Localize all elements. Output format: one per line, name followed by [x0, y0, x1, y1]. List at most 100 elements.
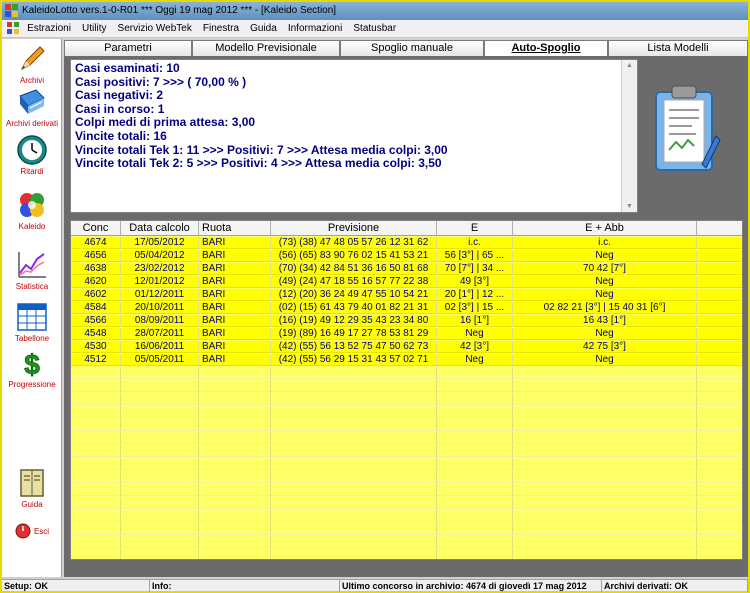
table-cell: BARI [199, 289, 271, 301]
tab-lista-modelli[interactable]: Lista Modelli [608, 40, 748, 56]
col-header-blank[interactable] [697, 221, 742, 236]
sidebar-label-kaleido: Kaleido [18, 222, 46, 231]
table-cell: (56) (65) 83 90 76 02 15 41 53 21 [271, 250, 437, 262]
scroll-down-icon[interactable]: ▼ [626, 203, 633, 210]
app-menu-icon[interactable] [6, 21, 20, 35]
tab-spoglio-manuale[interactable]: Spoglio manuale [340, 40, 484, 56]
table-row[interactable]: 4620 12/01/2012 BARI (49) (24) 47 18 55 16 … [71, 276, 742, 288]
table-cell [437, 510, 513, 522]
table-cell [199, 406, 271, 418]
table-cell [513, 471, 697, 483]
table-row-empty[interactable] [71, 549, 742, 559]
table-row[interactable]: 4602 01/12/2011 BARI (12) (20) 36 24 49 47 … [71, 289, 742, 301]
table-row[interactable]: 4530 16/06/2011 BARI (42) (55) 56 13 52 75 … [71, 341, 742, 353]
table-row-empty[interactable] [71, 536, 742, 548]
table-row-empty[interactable] [71, 419, 742, 431]
table-cell [71, 419, 121, 431]
col-header-ruota[interactable]: Ruota [199, 221, 271, 236]
sidebar-item-esci[interactable]: Esci [2, 523, 62, 539]
table-cell [271, 367, 437, 379]
table-cell [697, 367, 742, 379]
sidebar-item-ritardi[interactable]: Ritardi [2, 134, 62, 176]
table-cell [513, 458, 697, 470]
tab-parametri[interactable]: Parametri [64, 40, 192, 56]
col-header-e[interactable]: E [437, 221, 513, 236]
sidebar-item-archivi-derivati[interactable]: Archivi derivati [2, 86, 62, 128]
sidebar-item-tabellone[interactable]: Tabellone [2, 301, 62, 343]
title-bar[interactable]: KaleidoLotto vers.1-0-R01 *** Oggi 19 ma… [2, 2, 748, 20]
menu-statusbar[interactable]: Statusbar [349, 20, 400, 38]
table-cell: 16 43 [1°] [513, 315, 697, 327]
menu-utility[interactable]: Utility [78, 20, 110, 38]
table-row[interactable]: 4674 17/05/2012 BARI (73) (38) 47 48 05 57 … [71, 237, 742, 249]
table-cell: 08/09/2011 [121, 315, 199, 327]
sidebar-item-kaleido[interactable]: Kaleido [2, 189, 62, 231]
table-cell [513, 445, 697, 457]
table-row[interactable]: 4566 08/09/2011 BARI (16) (19) 49 12 29 35 … [71, 315, 742, 327]
col-header-data-calcolo[interactable]: Data calcolo [121, 221, 199, 236]
sidebar-item-progressione[interactable]: $ Progressione [2, 347, 62, 389]
table-cell [697, 523, 742, 535]
summary-casi-positivi: Casi positivi: 7 >>> ( 70,00 % ) [75, 74, 247, 89]
sidebar-item-archivi[interactable]: Archivi [2, 43, 62, 85]
table-row-empty[interactable] [71, 471, 742, 483]
table-cell [71, 497, 121, 509]
table-cell: Neg [513, 250, 697, 262]
summary-casi-in-corso: Casi in corso: 1 [75, 101, 165, 116]
table-cell [697, 289, 742, 301]
table-cell: 4620 [71, 276, 121, 288]
table-row-empty[interactable] [71, 523, 742, 535]
table-cell [697, 484, 742, 496]
table-row-empty[interactable] [71, 510, 742, 522]
table-cell [121, 445, 199, 457]
table-cell: 02 82 21 [3°] | 15 40 31 [6°] [513, 302, 697, 314]
scroll-up-icon[interactable]: ▲ [626, 62, 633, 69]
menu-servizio-webtek[interactable]: Servizio WebTek [114, 20, 196, 38]
table-row[interactable]: 4512 05/05/2011 BARI (42) (55) 56 29 15 31 … [71, 354, 742, 366]
table-cell [271, 432, 437, 444]
table-row[interactable]: 4584 20/10/2011 BARI (02) (15) 61 43 79 40 … [71, 302, 742, 314]
col-header-previsione[interactable]: Previsione [271, 221, 437, 236]
tab-auto-spoglio[interactable]: Auto-Spoglio [484, 40, 608, 56]
table-row-empty[interactable] [71, 458, 742, 470]
sidebar-item-guida[interactable]: Guida [2, 467, 62, 509]
table-row-empty[interactable] [71, 367, 742, 379]
table-cell: 05/04/2012 [121, 250, 199, 262]
table-cell [697, 250, 742, 262]
table-cell [697, 419, 742, 431]
status-setup: Setup: OK [2, 580, 150, 592]
table-cell [513, 367, 697, 379]
table-cell [199, 445, 271, 457]
menu-finestra[interactable]: Finestra [199, 20, 243, 38]
table-row[interactable]: 4638 23/02/2012 BARI (70) (34) 42 84 51 36 … [71, 263, 742, 275]
table-row[interactable]: 4656 05/04/2012 BARI (56) (65) 83 90 76 02 … [71, 250, 742, 262]
table-cell [437, 432, 513, 444]
table-row[interactable]: 4548 28/07/2011 BARI (19) (89) 16 49 17 27 … [71, 328, 742, 340]
table-row-empty[interactable] [71, 406, 742, 418]
table-cell [271, 458, 437, 470]
table-cell [271, 497, 437, 509]
tab-modello-previsionale[interactable]: Modello Previsionale [192, 40, 340, 56]
menu-guida[interactable]: Guida [246, 20, 281, 38]
table-row-empty[interactable] [71, 445, 742, 457]
table-row-empty[interactable] [71, 484, 742, 496]
table-cell [437, 484, 513, 496]
table-cell [513, 523, 697, 535]
table-row-empty[interactable] [71, 497, 742, 509]
table-row-empty[interactable] [71, 380, 742, 392]
table-cell [71, 445, 121, 457]
clock-icon [17, 135, 47, 165]
table-cell [437, 367, 513, 379]
table-row-empty[interactable] [71, 432, 742, 444]
table-cell [513, 536, 697, 548]
table-row-empty[interactable] [71, 393, 742, 405]
table-cell [271, 445, 437, 457]
menu-informazioni[interactable]: Informazioni [284, 20, 346, 38]
menu-estrazioni[interactable]: Estrazioni [23, 20, 75, 38]
col-header-conc[interactable]: Conc [71, 221, 121, 236]
sidebar-item-statistica[interactable]: Statistica [2, 249, 62, 291]
table-cell: BARI [199, 302, 271, 314]
summary-scrollbar[interactable]: ▲ ▼ [621, 60, 637, 212]
col-header-e-abb[interactable]: E + Abb [513, 221, 697, 236]
table-cell: (42) (55) 56 13 52 75 47 50 62 73 [271, 341, 437, 353]
